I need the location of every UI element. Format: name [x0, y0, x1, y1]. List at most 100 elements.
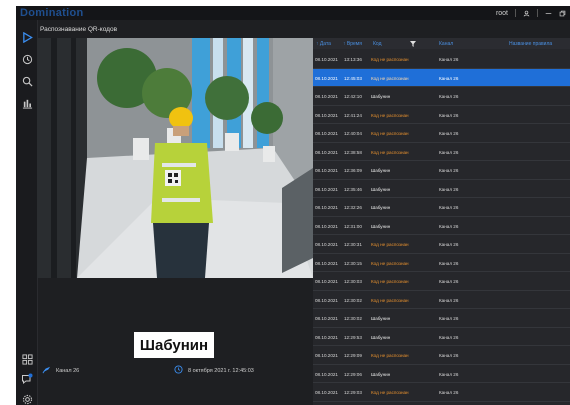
account-icon[interactable] — [523, 10, 530, 17]
cell-channel: Канал 26 — [439, 205, 459, 210]
cell-date: 08.10.2021 — [315, 223, 338, 229]
table-row[interactable]: 08.10.2021 12:30:15 Код не распознан Канал … — [313, 254, 570, 272]
page-title: Распознавание QR-кодов — [40, 26, 118, 33]
restore-icon[interactable] — [559, 10, 566, 17]
table-row[interactable]: 08.10.2021 12:30:03 Код не распознан Канал … — [313, 272, 570, 291]
cell-date: 08.10.2021 — [315, 371, 338, 377]
cell-time: 12:41:24 — [344, 112, 362, 118]
cell-time: 12:30:31 — [344, 242, 362, 247]
column-time[interactable]: ↑ Время — [343, 41, 362, 47]
cell-channel: Канал 26 — [439, 149, 459, 155]
cell-time: 12:30:02 — [344, 297, 362, 303]
table-row[interactable]: 08.10.2021 12:29:03 Код не распознан Канал … — [313, 383, 570, 402]
minimize-icon[interactable] — [545, 10, 552, 17]
cell-date: 08.10.2021 — [315, 205, 338, 210]
table-row[interactable]: 08.10.2021 13:13:36 Код не распознан Канал … — [313, 50, 570, 69]
cell-date: 08.10.2021 — [315, 94, 338, 99]
timestamp-info: 8 октября 2021 г. 12:45:03 — [174, 365, 254, 376]
cell-channel: Канал 26 — [439, 94, 459, 99]
filter-icon[interactable] — [410, 41, 416, 49]
divider — [515, 9, 516, 17]
cell-time: 13:13:36 — [344, 57, 362, 62]
camera-scene-image — [37, 38, 313, 278]
cell-code: Шабунин — [371, 371, 391, 377]
window-controls: root — [496, 7, 566, 19]
camera-icon — [42, 365, 51, 376]
table-row[interactable]: 08.10.2021 12:30:31 Код не распознан Канал … — [313, 235, 570, 254]
table-body: 08.10.2021 13:13:36 Код не распознан Канал … — [313, 50, 570, 402]
column-rule-name[interactable]: Название правила — [509, 41, 552, 47]
search-icon[interactable] — [20, 74, 34, 88]
history-icon[interactable] — [20, 52, 34, 66]
cell-date: 08.10.2021 — [315, 186, 338, 192]
cell-channel: Канал 26 — [439, 168, 459, 173]
cell-code: Код не распознан — [371, 131, 409, 136]
layout-icon[interactable] — [20, 352, 34, 366]
cell-date: 08.10.2021 — [315, 316, 338, 321]
table-row[interactable]: 08.10.2021 12:31:00 Шабунин Канал 26 — [313, 217, 570, 235]
cell-channel: Канал 26 — [439, 279, 459, 284]
table-row[interactable]: 08.10.2021 12:38:58 Код не распознан Канал … — [313, 143, 570, 161]
settings-icon[interactable] — [20, 392, 34, 405]
cell-date: 08.10.2021 — [315, 149, 338, 155]
table-header: ↑ Дата ↑ Время Код Канал Название правил… — [313, 38, 570, 49]
cell-channel: Канал 26 — [439, 223, 459, 229]
cell-time: 12:31:00 — [344, 223, 362, 229]
table-row[interactable]: 08.10.2021 12:41:24 Код не распознан Канал … — [313, 106, 570, 124]
cell-time: 12:30:15 — [344, 260, 362, 266]
cell-channel: Канал 26 — [439, 75, 459, 81]
table-row[interactable]: 08.10.2021 12:40:04 Код не распознан Канал … — [313, 124, 570, 143]
cell-date: 08.10.2021 — [315, 279, 338, 284]
table-row[interactable]: 08.10.2021 12:42:10 Шабунин Канал 26 — [313, 87, 570, 106]
chart-icon[interactable] — [20, 96, 34, 110]
camera-video-frame[interactable] — [37, 38, 313, 278]
cell-date: 08.10.2021 — [315, 57, 338, 62]
cell-code: Код не распознан — [371, 390, 409, 395]
cell-channel: Канал 26 — [439, 57, 459, 62]
cell-channel: Канал 26 — [439, 186, 459, 192]
notifications-icon[interactable] — [20, 372, 34, 386]
table-row[interactable]: 08.10.2021 12:35:46 Шабунин Канал 26 — [313, 180, 570, 198]
cell-time: 12:30:02 — [344, 316, 362, 321]
cell-date: 08.10.2021 — [315, 242, 338, 247]
cell-time: 12:42:10 — [344, 94, 362, 99]
play-icon[interactable] — [20, 30, 34, 44]
table-row[interactable]: 08.10.2021 12:30:02 Код не распознан Канал … — [313, 291, 570, 309]
cell-time: 12:29:06 — [344, 371, 362, 377]
cell-code: Шабунин — [371, 334, 391, 340]
cell-date: 08.10.2021 — [315, 353, 338, 358]
cell-date: 08.10.2021 — [315, 334, 338, 340]
cell-code: Шабунин — [371, 94, 391, 99]
cell-date: 08.10.2021 — [315, 297, 338, 303]
table-row[interactable]: 08.10.2021 12:36:09 Шабунин Канал 26 — [313, 161, 570, 180]
cell-time: 12:45:03 — [344, 75, 362, 81]
table-row[interactable]: 08.10.2021 12:29:53 Шабунин Канал 26 — [313, 328, 570, 346]
app-brand: Domination — [20, 7, 84, 19]
cell-time: 12:29:53 — [344, 334, 362, 340]
column-code[interactable]: Код — [373, 41, 382, 47]
cell-channel: Канал 26 — [439, 371, 459, 377]
cell-channel: Канал 26 — [439, 297, 459, 303]
cell-time: 12:38:58 — [344, 149, 362, 155]
cell-time: 12:32:26 — [344, 205, 362, 210]
user-name[interactable]: root — [496, 10, 508, 17]
cell-date: 08.10.2021 — [315, 112, 338, 118]
cell-code: Код не распознан — [371, 260, 409, 266]
column-channel[interactable]: Канал — [439, 41, 453, 47]
channel-name: Канал 26 — [56, 367, 80, 374]
cell-code: Код не распознан — [371, 297, 409, 303]
table-row[interactable]: 08.10.2021 12:29:09 Код не распознан Канал … — [313, 346, 570, 365]
cell-channel: Канал 26 — [439, 316, 459, 321]
table-row[interactable]: 08.10.2021 12:45:03 Код не распознан Канал … — [313, 68, 570, 87]
cell-date: 08.10.2021 — [315, 131, 338, 136]
cell-date: 08.10.2021 — [315, 75, 338, 81]
cell-code: Шабунин — [371, 186, 391, 192]
cell-code: Код не распознан — [371, 353, 409, 358]
table-row[interactable]: 08.10.2021 12:32:26 Шабунин Канал 26 — [313, 198, 570, 217]
table-row[interactable]: 08.10.2021 12:30:02 Шабунин Канал 26 — [313, 309, 570, 328]
cell-code: Код не распознан — [371, 279, 409, 284]
cell-channel: Канал 26 — [439, 260, 459, 266]
column-date[interactable]: ↑ Дата — [316, 41, 331, 47]
cell-channel: Канал 26 — [439, 334, 459, 340]
table-row[interactable]: 08.10.2021 12:29:06 Шабунин Канал 26 — [313, 365, 570, 383]
